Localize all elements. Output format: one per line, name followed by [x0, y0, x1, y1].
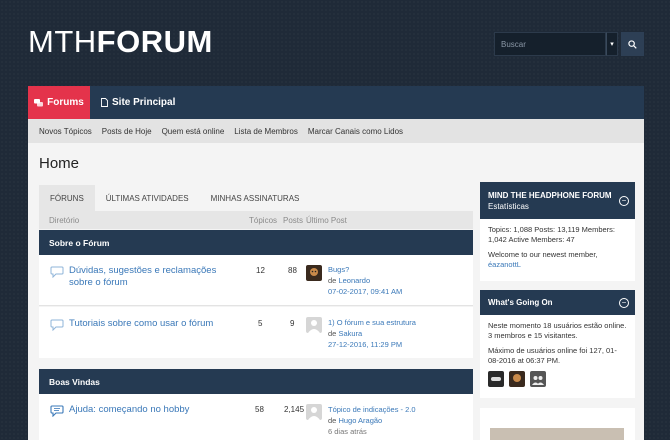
collapse-icon[interactable]: −: [619, 195, 629, 206]
post-count: 2,145: [284, 405, 305, 414]
nav-tab-site-label: Site Principal: [112, 97, 176, 108]
whats-going-on-body: Neste momento 18 usuários estão online. …: [480, 315, 635, 393]
user-avatar-icon: [310, 268, 318, 276]
search-bar: Buscar ▾: [494, 32, 644, 56]
tab-latest-activity[interactable]: ÚLTIMAS ATIVIDADES: [95, 185, 200, 211]
logo-bold-text: FORUM: [96, 24, 213, 59]
max-online-text: Máximo de usuários online foi 127, 01-08…: [488, 346, 617, 365]
subnav-member-list[interactable]: Lista de Membros: [234, 127, 298, 136]
site-logo[interactable]: MTHFORUM: [28, 24, 213, 60]
last-post-author: de Sakura: [328, 328, 416, 339]
chevron-down-icon: ▾: [610, 41, 614, 48]
category-header-sobre[interactable]: Sobre o Fórum: [39, 230, 473, 255]
by-label: de: [328, 416, 337, 425]
search-input[interactable]: Buscar: [494, 32, 606, 56]
avatar[interactable]: [306, 404, 322, 420]
sub-navigation: Novos Tópicos Posts de Hoje Quem está on…: [28, 119, 644, 143]
nav-tab-forums-label: Forums: [47, 97, 84, 108]
user-avatar-icon: [513, 374, 521, 382]
post-count: 9: [290, 319, 295, 328]
user-avatar-icon: [491, 377, 501, 381]
last-post-author: de Hugo Aragão: [328, 415, 416, 426]
whats-going-on-widget: What's Going On − Neste momento 18 usuár…: [480, 290, 635, 398]
avatar[interactable]: [530, 371, 546, 387]
last-post: Bugs? de Leonardo 07-02-2017, 09:41 AM: [328, 264, 402, 297]
forum-row: Tutoriais sobre como usar o fórum 5 9 1)…: [39, 307, 473, 358]
content-tabs: FÓRUNS ÚLTIMAS ATIVIDADES MINHAS ASSINAT…: [39, 185, 473, 211]
last-post-date[interactable]: 07-02-2017, 09:41 AM: [328, 286, 402, 297]
forum-title-link[interactable]: Ajuda: começando no hobby: [69, 404, 239, 416]
post-count: 88: [288, 266, 297, 275]
forum-chat-icon-active: [50, 405, 64, 417]
default-avatar-icon: [308, 407, 320, 420]
collapse-icon[interactable]: −: [619, 297, 629, 308]
whats-going-on-title: What's Going On: [488, 298, 553, 307]
forum-title-link[interactable]: Dúvidas, sugestões e reclamações sobre o…: [69, 265, 239, 289]
topic-count: 5: [258, 319, 263, 328]
forum-title-link[interactable]: Tutoriais sobre como usar o fórum: [69, 318, 239, 330]
avatar[interactable]: [306, 317, 322, 333]
stats-title: MIND THE HEADPHONE FORUM: [488, 191, 612, 200]
subnav-mark-read[interactable]: Marcar Canais como Lidos: [308, 127, 403, 136]
default-avatar-icon: [308, 320, 320, 333]
category-header-boas-vindas[interactable]: Boas Vindas: [39, 369, 473, 394]
last-post-title[interactable]: 1) O fórum e sua estrutura: [328, 317, 416, 328]
stats-body: Topics: 1,088 Posts: 13,119 Members: 1,0…: [480, 219, 635, 281]
sidebar-ad-image[interactable]: [490, 428, 624, 440]
avatar[interactable]: [306, 265, 322, 281]
forum-chat-icon: [50, 319, 64, 331]
avatar[interactable]: [488, 371, 504, 387]
last-post-title[interactable]: Bugs?: [328, 264, 402, 275]
forums-icon: [34, 98, 44, 106]
welcome-text: Welcome to our newest member,: [488, 250, 598, 259]
col-directory: Diretório: [49, 216, 80, 225]
topic-count: 12: [256, 266, 265, 275]
search-options-dropdown[interactable]: ▾: [606, 32, 618, 56]
by-label: de: [328, 329, 337, 338]
document-icon: [101, 98, 108, 107]
last-post-user[interactable]: Leonardo: [338, 276, 370, 285]
stats-counts: Topics: 1,088 Posts: 13,119 Members: 1,0…: [488, 225, 616, 244]
stats-widget: MIND THE HEADPHONE FORUM Estatísticas − …: [480, 182, 635, 281]
online-now-text: Neste momento 18 usuários estão online. …: [488, 321, 627, 340]
logo-thin-text: MTH: [28, 24, 97, 59]
page-title: Home: [39, 155, 80, 172]
col-last-post: Último Post: [306, 216, 347, 225]
whats-going-on-header: What's Going On −: [480, 290, 635, 315]
tab-my-subscriptions[interactable]: MINHAS ASSINATURAS: [200, 185, 311, 211]
last-post: 1) O fórum e sua estrutura de Sakura 27-…: [328, 317, 416, 350]
subnav-today-posts[interactable]: Posts de Hoje: [102, 127, 152, 136]
last-post-date[interactable]: 6 dias atrás: [328, 426, 416, 437]
forum-row: Dúvidas, sugestões e reclamações sobre o…: [39, 255, 473, 306]
main-navbar: Forums Site Principal: [28, 86, 644, 119]
stats-subtitle: Estatísticas: [488, 202, 529, 211]
last-post-date[interactable]: 27-12-2016, 11:29 PM: [328, 339, 416, 350]
nav-tab-forums[interactable]: Forums: [28, 86, 90, 119]
by-label: de: [328, 276, 337, 285]
col-topics: Tópicos: [249, 216, 278, 225]
newest-member-link[interactable]: éazanottL: [488, 260, 521, 269]
nav-tab-site-principal[interactable]: Site Principal: [101, 86, 175, 119]
stats-widget-header: MIND THE HEADPHONE FORUM Estatísticas −: [480, 182, 635, 219]
last-post-user[interactable]: Sakura: [338, 329, 362, 338]
main-content: Home FÓRUNS ÚLTIMAS ATIVIDADES MINHAS AS…: [28, 143, 644, 440]
col-posts: Posts: [283, 216, 304, 225]
subnav-new-topics[interactable]: Novos Tópicos: [39, 127, 92, 136]
search-button[interactable]: [621, 32, 644, 56]
last-post: Tópico de indicações - 2.0 de Hugo Aragã…: [328, 404, 416, 437]
forum-row: Ajuda: começando no hobby 58 2,145 Tópic…: [39, 394, 473, 440]
search-icon: [628, 39, 637, 49]
forum-chat-icon: [50, 266, 64, 278]
last-post-user[interactable]: Hugo Aragão: [338, 416, 382, 425]
avatar[interactable]: [509, 371, 525, 387]
column-headers: Diretório Tópicos Posts Último Post: [39, 211, 473, 229]
subnav-whos-online[interactable]: Quem está online: [162, 127, 225, 136]
last-post-author: de Leonardo: [328, 275, 402, 286]
tab-forums[interactable]: FÓRUNS: [39, 185, 95, 211]
last-post-title[interactable]: Tópico de indicações - 2.0: [328, 404, 416, 415]
user-avatar-icon: [532, 376, 544, 385]
online-avatars: [488, 371, 627, 387]
topic-count: 58: [255, 405, 264, 414]
